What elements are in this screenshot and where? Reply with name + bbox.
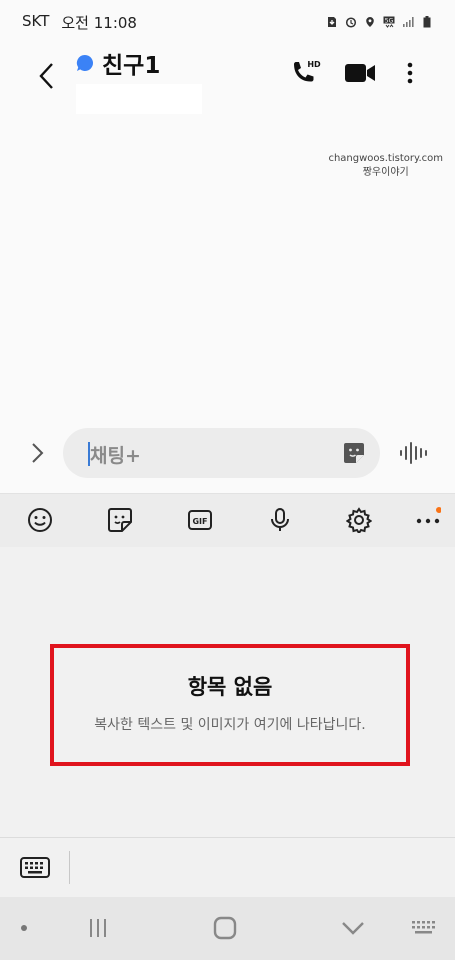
location-icon [366, 17, 374, 27]
keyboard-icon [20, 857, 50, 878]
keyboard-grid-icon [412, 921, 435, 934]
waveform-icon [400, 442, 427, 464]
clipboard-panel: 항목 없음 복사한 텍스트 및 이미지가 여기에 나타납니다. [0, 547, 455, 837]
voice-record-button[interactable] [398, 440, 428, 466]
carrier-label: SKT [22, 11, 50, 30]
keyboard-toolbar: GIF [0, 493, 455, 547]
more-icon [416, 507, 441, 524]
composer-row: 채팅+ [0, 424, 455, 486]
recent-apps-button[interactable] [86, 915, 110, 941]
settings-icon [346, 507, 372, 533]
sticker-toolbar-button[interactable] [106, 506, 134, 534]
status-bar: SKT 오전 11:08 5G [0, 0, 455, 44]
gif-label: GIF [192, 517, 207, 526]
kebab-menu-icon [407, 62, 413, 84]
toolbar-more-button[interactable] [414, 506, 442, 534]
chat-header: 친구1 HD [0, 44, 455, 124]
home-button[interactable] [212, 915, 238, 941]
chevron-down-icon [342, 922, 364, 935]
chat-title-wrap[interactable]: 친구1 [76, 46, 160, 80]
watermark: changwoos.tistory.com 짱우이야기 [328, 152, 443, 180]
divider [69, 851, 70, 884]
mic-icon [271, 508, 289, 531]
chat-input-placeholder: 채팅+ [90, 445, 141, 467]
video-camera-icon [345, 64, 375, 82]
5g-icon: 5G [383, 16, 395, 28]
gif-icon: GIF [188, 510, 212, 530]
emoji-icon [28, 508, 52, 532]
battery-icon [423, 16, 431, 28]
hd-voice-call-button[interactable]: HD [290, 58, 324, 88]
recent-apps-icon [90, 919, 106, 937]
chevron-right-icon [32, 443, 44, 463]
watermark-url: changwoos.tistory.com [328, 153, 443, 164]
empty-state-description: 복사한 텍스트 및 이미지가 여기에 나타납니다. [94, 717, 366, 733]
keyboard-settings-button[interactable] [345, 506, 373, 534]
keyboard-switch-button[interactable] [410, 915, 438, 941]
show-keyboard-button[interactable] [20, 852, 50, 882]
gif-button[interactable]: GIF [186, 506, 214, 534]
phone-hd-icon: HD [294, 60, 321, 82]
chat-input[interactable]: 채팅+ [63, 428, 380, 478]
expand-attachments-button[interactable] [24, 440, 50, 466]
hd-badge: HD [307, 60, 321, 69]
svg-text:5G: 5G [385, 17, 394, 24]
sticker-button[interactable] [342, 441, 366, 465]
sim-download-icon [328, 17, 336, 27]
notification-dot [436, 507, 441, 513]
home-icon [213, 916, 237, 940]
empty-state-highlight: 항목 없음 복사한 텍스트 및 이미지가 여기에 나타납니다. [50, 644, 410, 766]
nav-dot-button[interactable] [18, 915, 30, 941]
alarm-icon [345, 17, 357, 28]
signal-icon [403, 17, 414, 27]
more-options-button[interactable] [398, 58, 422, 88]
dot-icon [21, 925, 27, 931]
chat-title: 친구1 [102, 53, 161, 79]
keyboard-switch-bar [0, 837, 455, 897]
redacted-subtitle [76, 84, 202, 114]
back-nav-button[interactable] [340, 915, 366, 941]
empty-state-title: 항목 없음 [187, 675, 273, 699]
chat-bubble-icon [76, 54, 93, 71]
chevron-left-icon [39, 63, 53, 89]
back-button[interactable] [28, 58, 64, 94]
watermark-name: 짱우이야기 [362, 167, 409, 178]
sticker-icon [108, 508, 132, 532]
video-call-button[interactable] [342, 60, 378, 86]
emoji-button[interactable] [26, 506, 54, 534]
status-time: 오전 11:08 [61, 13, 137, 32]
voice-input-button[interactable] [266, 506, 294, 534]
sticker-face-icon [344, 443, 364, 463]
system-navigation-bar [0, 897, 455, 960]
